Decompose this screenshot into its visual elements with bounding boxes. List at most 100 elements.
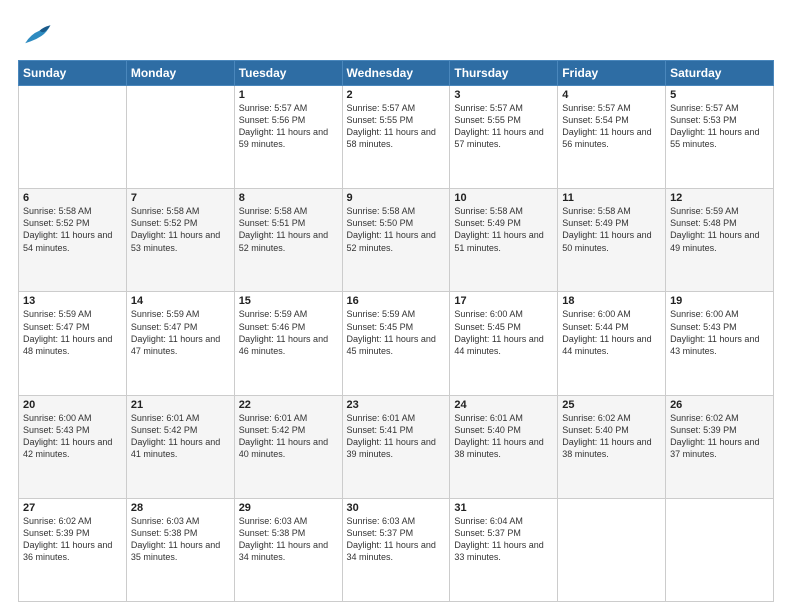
logo-icon xyxy=(18,18,54,54)
day-number: 7 xyxy=(131,192,230,204)
day-number: 15 xyxy=(239,295,338,307)
calendar-day-7: 7Sunrise: 5:58 AMSunset: 5:52 PMDaylight… xyxy=(126,189,234,292)
calendar-day-9: 9Sunrise: 5:58 AMSunset: 5:50 PMDaylight… xyxy=(342,189,450,292)
calendar-empty-cell xyxy=(558,498,666,601)
day-info: Sunrise: 6:04 AMSunset: 5:37 PMDaylight:… xyxy=(454,515,553,564)
day-info: Sunrise: 5:57 AMSunset: 5:54 PMDaylight:… xyxy=(562,102,661,151)
page: SundayMondayTuesdayWednesdayThursdayFrid… xyxy=(0,0,792,612)
day-number: 12 xyxy=(670,192,769,204)
day-number: 13 xyxy=(23,295,122,307)
day-info: Sunrise: 5:58 AMSunset: 5:49 PMDaylight:… xyxy=(454,205,553,254)
calendar-day-14: 14Sunrise: 5:59 AMSunset: 5:47 PMDayligh… xyxy=(126,292,234,395)
calendar-day-16: 16Sunrise: 5:59 AMSunset: 5:45 PMDayligh… xyxy=(342,292,450,395)
day-info: Sunrise: 5:59 AMSunset: 5:45 PMDaylight:… xyxy=(347,308,446,357)
weekday-header-row: SundayMondayTuesdayWednesdayThursdayFrid… xyxy=(19,61,774,86)
day-number: 23 xyxy=(347,399,446,411)
calendar-empty-cell xyxy=(666,498,774,601)
day-info: Sunrise: 5:58 AMSunset: 5:50 PMDaylight:… xyxy=(347,205,446,254)
calendar-day-21: 21Sunrise: 6:01 AMSunset: 5:42 PMDayligh… xyxy=(126,395,234,498)
calendar-week-row: 1Sunrise: 5:57 AMSunset: 5:56 PMDaylight… xyxy=(19,86,774,189)
calendar-day-24: 24Sunrise: 6:01 AMSunset: 5:40 PMDayligh… xyxy=(450,395,558,498)
calendar-day-22: 22Sunrise: 6:01 AMSunset: 5:42 PMDayligh… xyxy=(234,395,342,498)
calendar-empty-cell xyxy=(19,86,127,189)
day-number: 28 xyxy=(131,502,230,514)
day-info: Sunrise: 6:00 AMSunset: 5:45 PMDaylight:… xyxy=(454,308,553,357)
calendar-week-row: 20Sunrise: 6:00 AMSunset: 5:43 PMDayligh… xyxy=(19,395,774,498)
calendar-day-2: 2Sunrise: 5:57 AMSunset: 5:55 PMDaylight… xyxy=(342,86,450,189)
calendar-day-31: 31Sunrise: 6:04 AMSunset: 5:37 PMDayligh… xyxy=(450,498,558,601)
day-info: Sunrise: 5:57 AMSunset: 5:53 PMDaylight:… xyxy=(670,102,769,151)
calendar-day-4: 4Sunrise: 5:57 AMSunset: 5:54 PMDaylight… xyxy=(558,86,666,189)
calendar-day-1: 1Sunrise: 5:57 AMSunset: 5:56 PMDaylight… xyxy=(234,86,342,189)
day-info: Sunrise: 6:03 AMSunset: 5:37 PMDaylight:… xyxy=(347,515,446,564)
day-number: 10 xyxy=(454,192,553,204)
day-info: Sunrise: 5:59 AMSunset: 5:47 PMDaylight:… xyxy=(23,308,122,357)
calendar-day-19: 19Sunrise: 6:00 AMSunset: 5:43 PMDayligh… xyxy=(666,292,774,395)
calendar-day-13: 13Sunrise: 5:59 AMSunset: 5:47 PMDayligh… xyxy=(19,292,127,395)
weekday-header-thursday: Thursday xyxy=(450,61,558,86)
day-info: Sunrise: 6:02 AMSunset: 5:39 PMDaylight:… xyxy=(670,412,769,461)
day-info: Sunrise: 6:02 AMSunset: 5:40 PMDaylight:… xyxy=(562,412,661,461)
calendar-day-29: 29Sunrise: 6:03 AMSunset: 5:38 PMDayligh… xyxy=(234,498,342,601)
day-number: 11 xyxy=(562,192,661,204)
weekday-header-friday: Friday xyxy=(558,61,666,86)
day-number: 9 xyxy=(347,192,446,204)
calendar-day-8: 8Sunrise: 5:58 AMSunset: 5:51 PMDaylight… xyxy=(234,189,342,292)
day-info: Sunrise: 5:58 AMSunset: 5:49 PMDaylight:… xyxy=(562,205,661,254)
weekday-header-monday: Monday xyxy=(126,61,234,86)
day-number: 3 xyxy=(454,89,553,101)
weekday-header-saturday: Saturday xyxy=(666,61,774,86)
day-info: Sunrise: 5:59 AMSunset: 5:46 PMDaylight:… xyxy=(239,308,338,357)
day-number: 19 xyxy=(670,295,769,307)
day-number: 1 xyxy=(239,89,338,101)
calendar-day-20: 20Sunrise: 6:00 AMSunset: 5:43 PMDayligh… xyxy=(19,395,127,498)
day-info: Sunrise: 5:58 AMSunset: 5:52 PMDaylight:… xyxy=(131,205,230,254)
day-number: 4 xyxy=(562,89,661,101)
calendar-empty-cell xyxy=(126,86,234,189)
calendar-week-row: 6 Sunrise: 5:58 AMSunset: 5:52 PMDaylight… xyxy=(19,189,774,292)
day-info: Sunrise: 5:57 AMSunset: 5:55 PMDaylight:… xyxy=(454,102,553,151)
calendar-day-25: 25Sunrise: 6:02 AMSunset: 5:40 PMDayligh… xyxy=(558,395,666,498)
day-number: 26 xyxy=(670,399,769,411)
day-number: 18 xyxy=(562,295,661,307)
day-number: 8 xyxy=(239,192,338,204)
calendar-day-23: 23Sunrise: 6:01 AMSunset: 5:41 PMDayligh… xyxy=(342,395,450,498)
calendar-day-26: 26Sunrise: 6:02 AMSunset: 5:39 PMDayligh… xyxy=(666,395,774,498)
day-number: 24 xyxy=(454,399,553,411)
day-info: Sunrise: 6:01 AMSunset: 5:42 PMDaylight:… xyxy=(131,412,230,461)
day-number: 22 xyxy=(239,399,338,411)
calendar-day-30: 30Sunrise: 6:03 AMSunset: 5:37 PMDayligh… xyxy=(342,498,450,601)
logo xyxy=(18,18,58,54)
day-info: Sunrise: 6:03 AMSunset: 5:38 PMDaylight:… xyxy=(131,515,230,564)
calendar-day-6: 6Sunrise: 5:58 AMSunset: 5:52 PMDaylight… xyxy=(19,189,127,292)
day-info: Sunrise: 6:00 AMSunset: 5:43 PMDaylight:… xyxy=(23,412,122,461)
day-info: Sunrise: 6:01 AMSunset: 5:42 PMDaylight:… xyxy=(239,412,338,461)
weekday-header-wednesday: Wednesday xyxy=(342,61,450,86)
day-number: 25 xyxy=(562,399,661,411)
day-info: Sunrise: 5:58 AMSunset: 5:51 PMDaylight:… xyxy=(239,205,338,254)
calendar-day-10: 10Sunrise: 5:58 AMSunset: 5:49 PMDayligh… xyxy=(450,189,558,292)
header xyxy=(18,18,774,54)
day-number: 21 xyxy=(131,399,230,411)
day-number: 14 xyxy=(131,295,230,307)
day-number: 2 xyxy=(347,89,446,101)
calendar-table: SundayMondayTuesdayWednesdayThursdayFrid… xyxy=(18,60,774,602)
day-info: Sunrise: 6:00 AMSunset: 5:44 PMDaylight:… xyxy=(562,308,661,357)
day-info: Sunrise: 5:59 AMSunset: 5:47 PMDaylight:… xyxy=(131,308,230,357)
calendar-day-5: 5Sunrise: 5:57 AMSunset: 5:53 PMDaylight… xyxy=(666,86,774,189)
day-info: Sunrise: 6:01 AMSunset: 5:40 PMDaylight:… xyxy=(454,412,553,461)
day-info: Sunrise: 5:59 AMSunset: 5:48 PMDaylight:… xyxy=(670,205,769,254)
calendar-day-3: 3Sunrise: 5:57 AMSunset: 5:55 PMDaylight… xyxy=(450,86,558,189)
calendar-day-12: 12Sunrise: 5:59 AMSunset: 5:48 PMDayligh… xyxy=(666,189,774,292)
weekday-header-sunday: Sunday xyxy=(19,61,127,86)
calendar-week-row: 27Sunrise: 6:02 AMSunset: 5:39 PMDayligh… xyxy=(19,498,774,601)
calendar-day-18: 18Sunrise: 6:00 AMSunset: 5:44 PMDayligh… xyxy=(558,292,666,395)
day-number: 27 xyxy=(23,502,122,514)
day-info: Sunrise: 5:57 AMSunset: 5:56 PMDaylight:… xyxy=(239,102,338,151)
calendar-week-row: 13Sunrise: 5:59 AMSunset: 5:47 PMDayligh… xyxy=(19,292,774,395)
day-info: Sunrise: 6:01 AMSunset: 5:41 PMDaylight:… xyxy=(347,412,446,461)
day-info: Sunrise: 6:00 AMSunset: 5:43 PMDaylight:… xyxy=(670,308,769,357)
calendar-day-11: 11Sunrise: 5:58 AMSunset: 5:49 PMDayligh… xyxy=(558,189,666,292)
day-number: 6 xyxy=(23,192,122,204)
day-number: 29 xyxy=(239,502,338,514)
